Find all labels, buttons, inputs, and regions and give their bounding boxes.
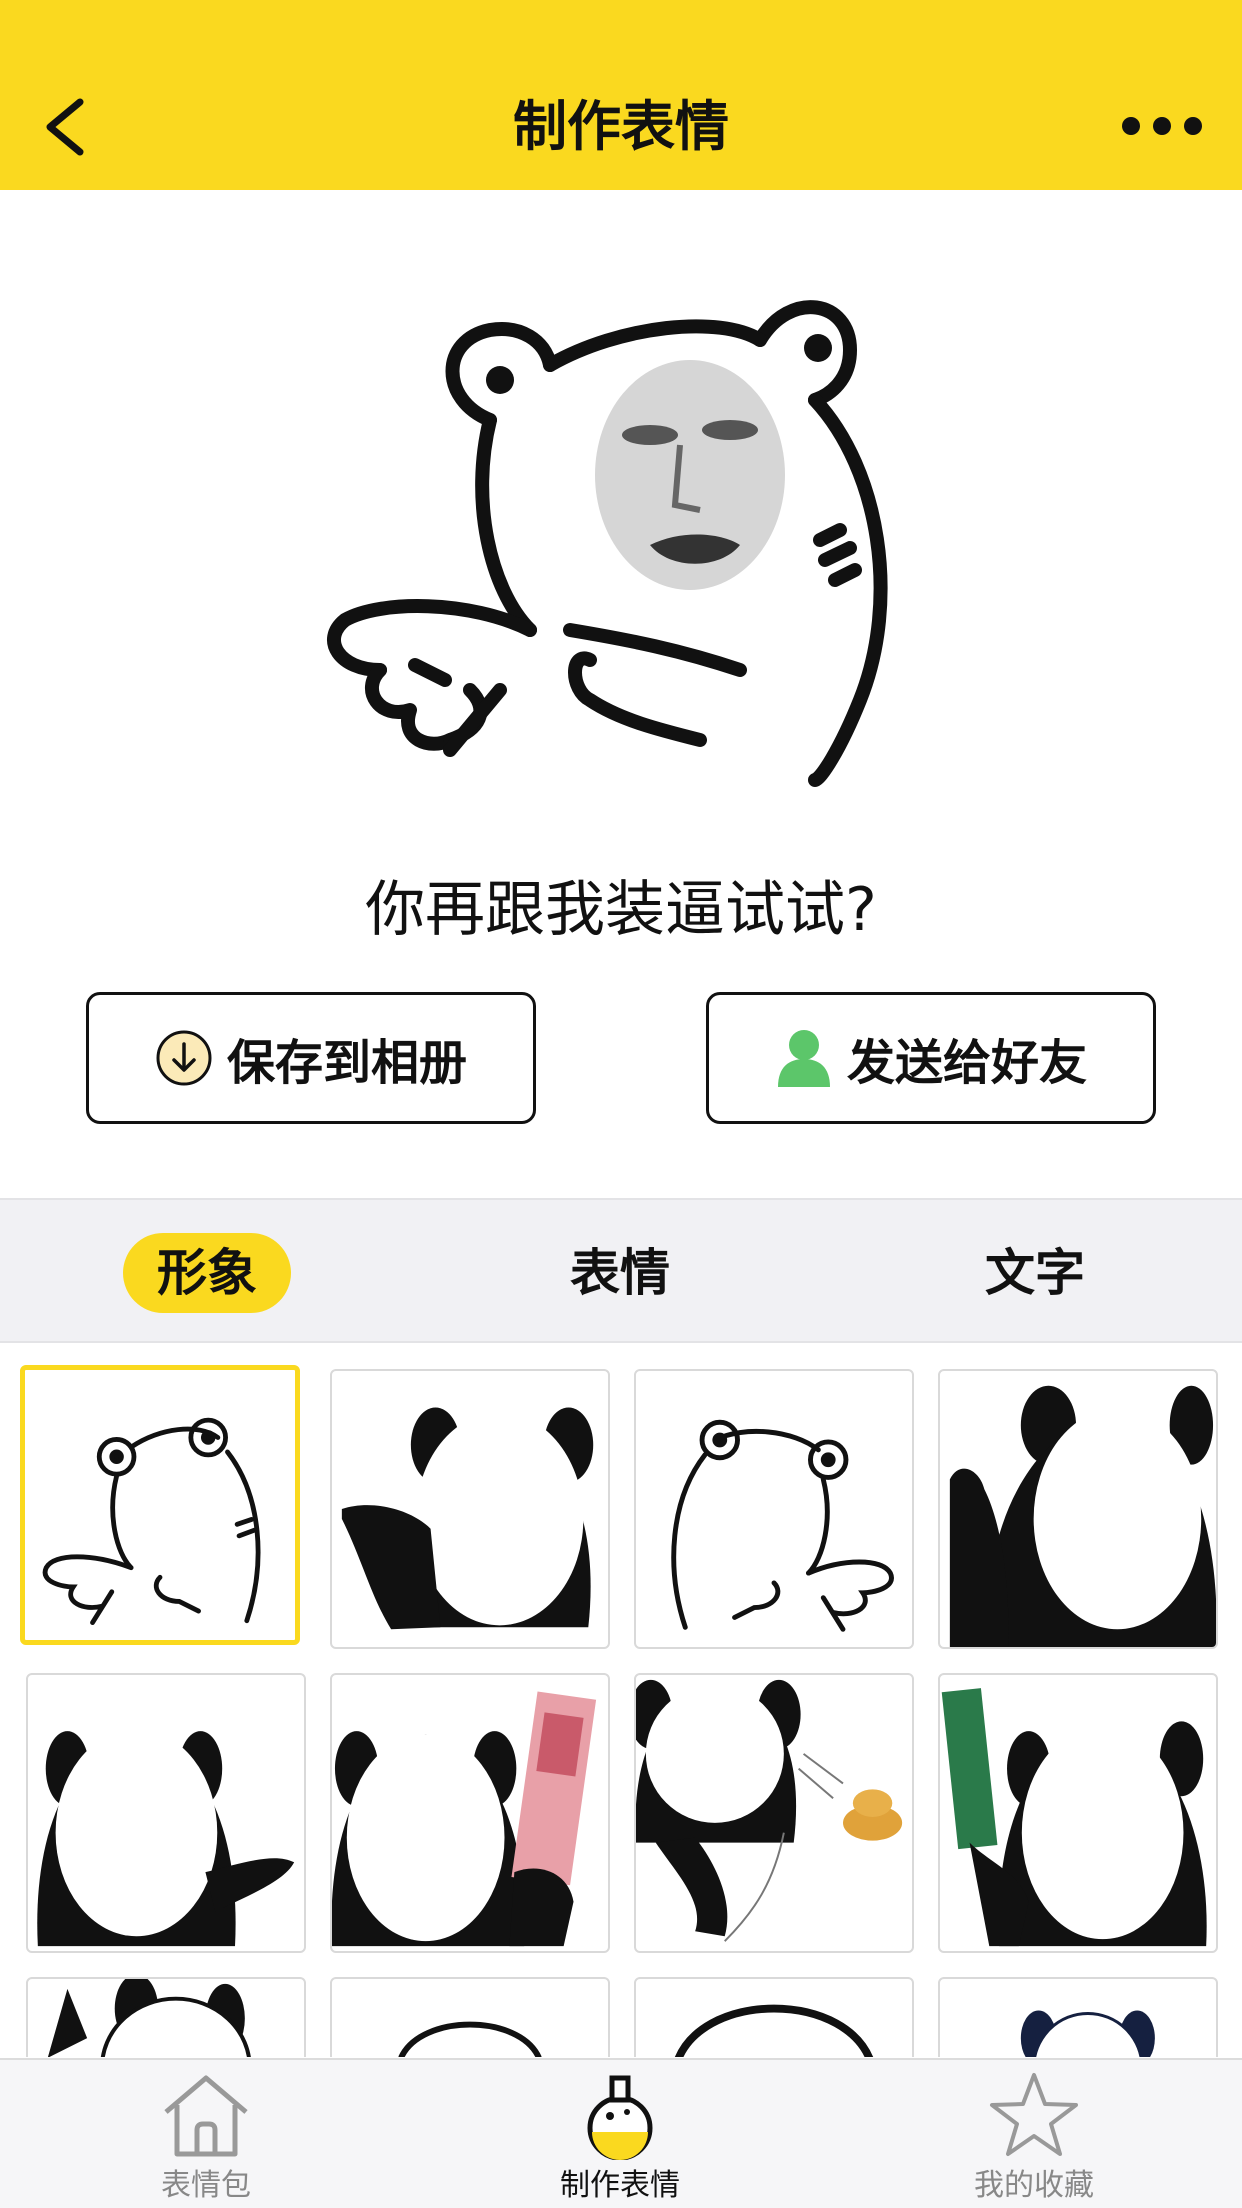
category-tabs: 形象 表情 文字 [0,1198,1242,1343]
tab-text[interactable]: 文字 [935,1233,1135,1313]
send-to-friend-button[interactable]: 发送给好友 [706,992,1156,1124]
tab-expression[interactable]: 表情 [520,1233,720,1313]
template-tile-bear-right[interactable] [634,1369,914,1649]
flask-icon [587,2075,653,2160]
more-button[interactable] [1122,104,1202,148]
template-tile-partial-4[interactable] [938,1977,1218,2057]
template-tile-panda-poop[interactable] [634,1673,914,1953]
nav-item-sticker-packs[interactable]: 表情包 [86,2060,326,2208]
tab-figure[interactable]: 形象 [123,1233,291,1313]
template-tile-partial-2[interactable] [330,1977,610,2057]
template-tile-partial-1[interactable] [26,1977,306,2057]
nav-label: 我的收藏 [974,2168,1094,2203]
template-tile-panda-cash[interactable] [330,1673,610,1953]
nav-item-favorites[interactable]: 我的收藏 [914,2060,1154,2208]
person-icon [777,1030,830,1087]
meme-preview [320,270,920,800]
template-tile-panda-money[interactable] [938,1673,1218,1953]
nav-item-make-sticker[interactable]: 制作表情 [500,2060,740,2208]
template-grid [0,1345,1242,2057]
nav-label: 制作表情 [560,2168,680,2203]
page-title: 制作表情 [513,95,729,158]
star-icon [990,2073,1078,2156]
download-circle-icon [156,1030,212,1086]
template-tile-partial-3[interactable] [634,1977,914,2057]
bottom-tab-bar: 表情包 制作表情 我的收藏 [0,2058,1242,2208]
save-to-album-button[interactable]: 保存到相册 [86,992,536,1124]
send-button-label: 发送给好友 [846,1035,1087,1091]
template-tile-bear-left[interactable] [20,1365,300,1645]
nav-label: 表情包 [161,2168,251,2203]
template-tile-panda-wave[interactable] [938,1369,1218,1649]
app-screen: 制作表情 你再跟我装逼试试? 保存到相册 发送给好友 形象 表情 文字 表情包 … [0,0,1242,2208]
meme-caption: 你再跟我装逼试试? [365,875,877,945]
ellipsis-icon [1122,117,1140,135]
template-tile-panda-left[interactable] [330,1369,610,1649]
top-bar: 制作表情 [0,0,1242,190]
house-icon [164,2075,248,2157]
save-button-label: 保存到相册 [226,1035,467,1091]
template-tile-panda-point-right[interactable] [26,1673,306,1953]
